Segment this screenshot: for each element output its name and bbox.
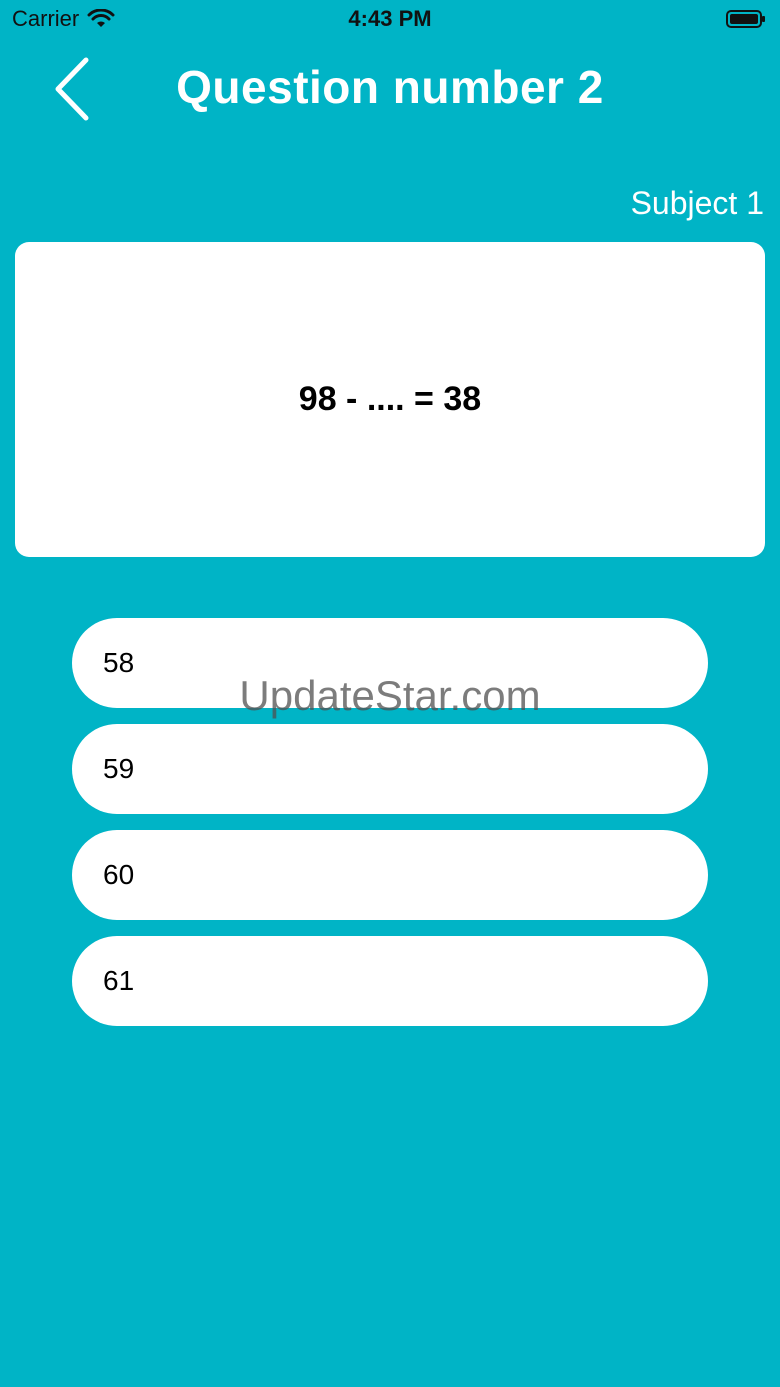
answer-option-1[interactable]: 58 xyxy=(72,618,708,708)
status-bar: Carrier 4:43 PM xyxy=(0,0,780,40)
answer-label: 61 xyxy=(103,965,135,996)
battery-icon xyxy=(726,10,765,28)
answer-option-2[interactable]: 59 xyxy=(72,724,708,814)
page-title: Question number 2 xyxy=(176,61,604,113)
question-text: 98 - .... = 38 xyxy=(298,380,482,418)
header: Question number 2 xyxy=(0,50,780,130)
answer-label: 58 xyxy=(103,647,135,678)
answer-list: 58 59 60 61 xyxy=(72,618,708,1042)
status-time: 4:43 PM xyxy=(348,6,432,31)
subject-label: Subject 1 xyxy=(630,185,764,221)
answer-option-4[interactable]: 61 xyxy=(72,936,708,1026)
answer-label: 60 xyxy=(103,859,135,890)
answer-label: 59 xyxy=(103,753,135,784)
answer-option-3[interactable]: 60 xyxy=(72,830,708,920)
question-card: 98 - .... = 38 xyxy=(15,242,765,557)
